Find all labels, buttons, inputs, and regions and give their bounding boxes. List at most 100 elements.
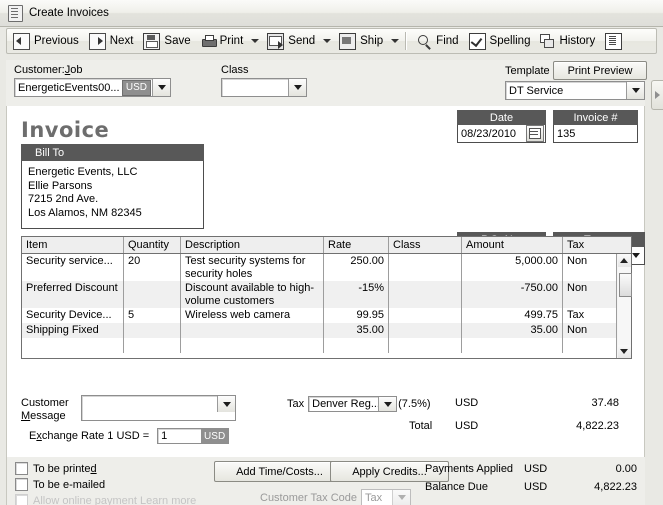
- next-button[interactable]: Next: [85, 30, 138, 52]
- save-button[interactable]: Save: [139, 30, 194, 52]
- print-label: Print: [219, 35, 244, 47]
- allow-online-payment-row[interactable]: Allow online payment Learn more: [15, 494, 196, 505]
- customer-job-dropdown-arrow[interactable]: [152, 79, 170, 96]
- customer-job-field[interactable]: EnergeticEvents00... USD: [14, 78, 171, 97]
- envelope-send-icon: [267, 32, 285, 50]
- tax-amount: 37.48: [591, 397, 619, 409]
- template-dropdown-arrow[interactable]: [626, 82, 644, 99]
- template-label: Template: [505, 65, 550, 77]
- cell-item: Shipping Fixed: [22, 323, 124, 338]
- tax-code-field[interactable]: Denver Reg...: [308, 396, 398, 412]
- customer-message-dropdown-arrow[interactable]: [217, 396, 235, 412]
- to-be-emailed-label: To be e-mailed: [33, 478, 106, 491]
- customer-message-field[interactable]: [81, 395, 236, 421]
- tax-code-value: Denver Reg...: [312, 398, 379, 410]
- history-button[interactable]: History: [536, 30, 599, 52]
- table-row[interactable]: Preferred Discount Discount available to…: [22, 281, 631, 308]
- table-row[interactable]: Shipping Fixed 35.00 35.00 Non: [22, 323, 631, 338]
- column-header-quantity: Quantity: [124, 237, 181, 253]
- print-dropdown-arrow[interactable]: [248, 31, 261, 51]
- ship-button[interactable]: Ship: [335, 30, 387, 52]
- cell-rate: 35.00: [324, 323, 389, 338]
- table-row[interactable]: Security service... 20 Test security sys…: [22, 254, 631, 281]
- find-button[interactable]: Find: [413, 30, 462, 52]
- bill-to-line-4: Los Alamos, NM 82345: [28, 206, 142, 219]
- add-time-costs-label: Add Time/Costs...: [236, 465, 323, 478]
- exchange-rate-label: Exchange Rate 1 USD =: [29, 430, 150, 442]
- spelling-label: Spelling: [489, 35, 531, 47]
- date-field[interactable]: 08/23/2010: [457, 125, 546, 143]
- to-be-emailed-checkbox[interactable]: [15, 478, 28, 491]
- cell-description: Discount available to high-volume custom…: [181, 281, 324, 308]
- cell-rate: 99.95: [324, 308, 389, 323]
- cell-tax: Tax: [567, 309, 585, 321]
- allow-online-payment-checkbox[interactable]: [15, 494, 28, 505]
- page-title: Invoice: [21, 118, 110, 142]
- scroll-up-arrow-icon[interactable]: [617, 254, 631, 267]
- to-be-emailed-row[interactable]: To be e-mailed: [15, 478, 105, 491]
- cell-amount: [462, 338, 563, 353]
- toolbar: Previous Next Save Print Send Ship Find: [6, 28, 657, 54]
- tax-code-dropdown-arrow[interactable]: [378, 397, 397, 411]
- template-field[interactable]: DT Service: [505, 81, 645, 100]
- scrollbar-track[interactable]: [617, 267, 632, 345]
- scroll-down-arrow-icon[interactable]: [617, 345, 631, 358]
- cell-class: [389, 308, 462, 323]
- cell-amount: 5,000.00: [462, 254, 563, 281]
- cell-tax: Non: [567, 282, 588, 294]
- column-header-amount: Amount: [462, 237, 563, 253]
- customer-tax-code-value: Tax: [365, 491, 383, 504]
- letter-button[interactable]: [601, 30, 630, 52]
- cell-quantity: [124, 338, 181, 353]
- add-time-costs-button[interactable]: Add Time/Costs...: [214, 461, 345, 482]
- window-title: Create Invoices: [29, 7, 109, 19]
- table-row[interactable]: [22, 338, 631, 353]
- exchange-rate-field[interactable]: 1 USD: [157, 428, 230, 444]
- create-invoices-window: Create Invoices Previous Next Save Print…: [0, 0, 663, 505]
- apply-credits-label: Apply Credits...: [352, 465, 427, 478]
- spelling-button[interactable]: Spelling: [465, 30, 535, 52]
- to-be-printed-checkbox[interactable]: [15, 462, 28, 475]
- invoice-document-icon: [8, 4, 23, 22]
- letter-icon: [605, 32, 623, 50]
- class-field[interactable]: [221, 78, 307, 97]
- customer-tax-code-field[interactable]: Tax: [361, 489, 412, 505]
- ship-dropdown-arrow[interactable]: [388, 31, 401, 51]
- cell-tax: [563, 338, 617, 353]
- date-block: Date 08/23/2010: [457, 110, 546, 143]
- customer-message-label: Customer Message: [21, 397, 69, 423]
- invoice-number-value: 135: [557, 127, 576, 140]
- customer-tax-code-dropdown-arrow[interactable]: [392, 490, 411, 505]
- cell-rate: -15%: [324, 281, 389, 308]
- table-vertical-scrollbar[interactable]: [616, 254, 632, 358]
- column-header-tax: Tax: [567, 239, 585, 251]
- bill-to-line-2: Ellie Parsons: [28, 179, 93, 192]
- cell-class: [389, 281, 462, 308]
- invoice-number-block: Invoice # 135: [553, 110, 638, 143]
- previous-button[interactable]: Previous: [9, 30, 83, 52]
- cell-tax: Non: [567, 255, 588, 267]
- customer-tax-code-label: Customer Tax Code: [260, 491, 358, 504]
- send-button[interactable]: Send: [263, 30, 319, 52]
- customer-message-label-line1: Customer: [21, 397, 69, 409]
- invoice-number-field[interactable]: 135: [553, 125, 638, 143]
- send-dropdown-arrow[interactable]: [320, 31, 333, 51]
- previous-arrow-icon: [13, 32, 30, 50]
- print-button[interactable]: Print: [197, 30, 248, 52]
- total-currency: USD: [455, 420, 479, 432]
- bill-to-line-3: 7215 2nd Ave.: [28, 193, 99, 205]
- customer-tax-code-row[interactable]: Customer Tax Code Tax: [260, 489, 412, 505]
- invoice-number-label: Invoice #: [553, 110, 638, 125]
- column-header-description: Description: [181, 237, 324, 253]
- table-header-row: Item Quantity Description Rate Class Amo…: [22, 237, 631, 254]
- to-be-printed-row[interactable]: To be printed: [15, 462, 97, 475]
- expand-panel-tab[interactable]: [651, 80, 663, 110]
- bill-to-address[interactable]: Energetic Events, LLC Ellie Parsons 7215…: [21, 161, 204, 229]
- print-preview-button[interactable]: Print Preview: [553, 61, 647, 80]
- class-dropdown-arrow[interactable]: [288, 79, 306, 96]
- cell-item: Preferred Discount: [22, 281, 124, 308]
- save-label: Save: [164, 35, 191, 47]
- calendar-icon[interactable]: [526, 125, 544, 142]
- table-row[interactable]: Security Device... 5 Wireless web camera…: [22, 308, 631, 323]
- scrollbar-thumb[interactable]: [618, 273, 632, 297]
